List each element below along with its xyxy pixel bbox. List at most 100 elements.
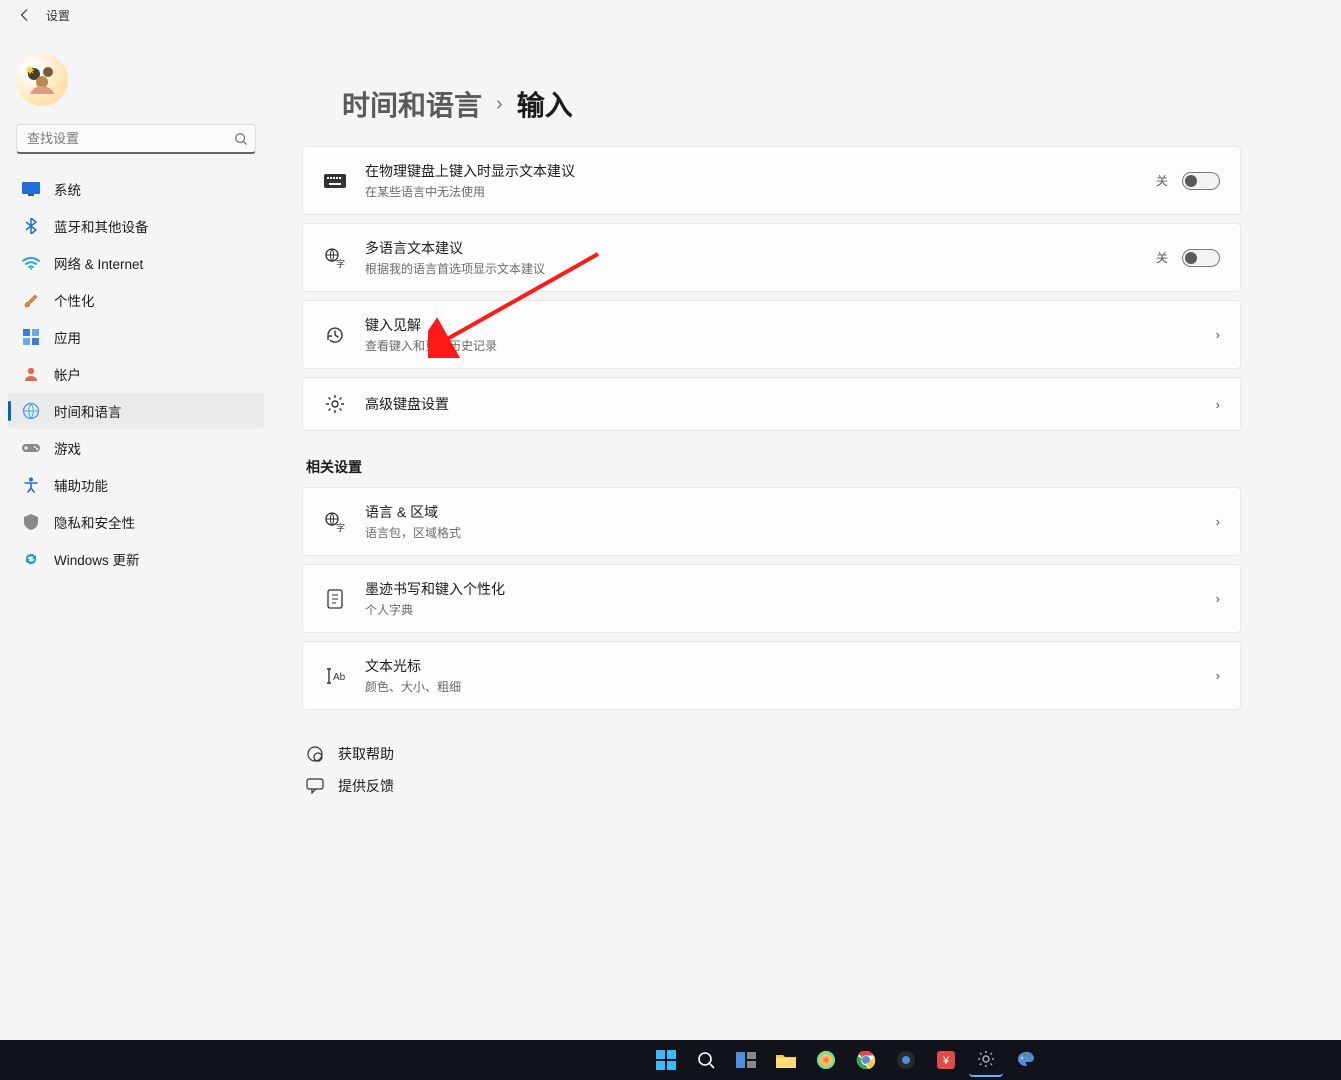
- taskbar-chrome[interactable]: [849, 1043, 883, 1077]
- link-feedback[interactable]: 提供反馈: [302, 770, 1241, 802]
- card-title: 在物理键盘上键入时显示文本建议: [365, 161, 1156, 181]
- svg-text:字: 字: [336, 258, 345, 269]
- chevron-right-icon: ›: [1216, 591, 1220, 606]
- card-title: 键入见解: [365, 315, 1216, 335]
- sidebar-item-accounts[interactable]: 帐户: [8, 356, 264, 392]
- card-ink-typing[interactable]: 墨迹书写和键入个性化 个人字典 ›: [302, 564, 1241, 633]
- history-icon: [323, 323, 347, 347]
- sidebar-item-personalization[interactable]: 个性化: [8, 282, 264, 318]
- chevron-right-icon: ›: [496, 93, 503, 116]
- sidebar-item-label: 网络 & Internet: [54, 253, 143, 273]
- help-icon: [306, 745, 324, 763]
- language-icon: 字: [323, 510, 347, 534]
- svg-text:¥: ¥: [941, 1055, 949, 1067]
- taskbar-paint[interactable]: [1009, 1043, 1043, 1077]
- sidebar-item-label: 时间和语言: [54, 401, 122, 421]
- card-language-region[interactable]: 字 语言 & 区域 语言包，区域格式 ›: [302, 487, 1241, 556]
- feedback-icon: [306, 777, 324, 795]
- sidebar-item-accessibility[interactable]: 辅助功能: [8, 467, 264, 503]
- chevron-right-icon: ›: [1216, 327, 1220, 342]
- card-subtitle: 个人字典: [365, 601, 1216, 618]
- bluetooth-icon: [22, 217, 40, 235]
- card-subtitle: 根据我的语言首选项显示文本建议: [365, 260, 1156, 277]
- user-icon: [22, 365, 40, 383]
- taskbar-app-3[interactable]: ¥: [929, 1043, 963, 1077]
- breadcrumb-parent[interactable]: 时间和语言: [342, 84, 482, 124]
- user-profile[interactable]: [8, 54, 264, 106]
- sidebar-item-apps[interactable]: 应用: [8, 319, 264, 355]
- start-button[interactable]: [649, 1043, 683, 1077]
- toggle-label: 关: [1156, 172, 1168, 189]
- globe-clock-icon: [22, 402, 40, 420]
- sidebar-item-label: 个性化: [54, 290, 95, 310]
- page-title: 输入: [517, 84, 573, 124]
- card-title: 多语言文本建议: [365, 238, 1156, 258]
- sidebar-item-gaming[interactable]: 游戏: [8, 430, 264, 466]
- gamepad-icon: [22, 439, 40, 457]
- card-subtitle: 在某些语言中无法使用: [365, 183, 1156, 200]
- sidebar-item-windows-update[interactable]: Windows 更新: [8, 541, 264, 577]
- sidebar-item-time-language[interactable]: 时间和语言: [8, 393, 264, 429]
- chevron-right-icon: ›: [1216, 514, 1220, 529]
- svg-text:字: 字: [336, 522, 345, 533]
- taskbar: ¥: [0, 1040, 1341, 1080]
- apps-icon: [22, 328, 40, 346]
- toggle-switch[interactable]: [1182, 249, 1220, 267]
- taskbar-settings[interactable]: [969, 1043, 1003, 1077]
- search-input[interactable]: [16, 124, 256, 154]
- card-title: 高级键盘设置: [365, 394, 1216, 414]
- taskbar-app-2[interactable]: [889, 1043, 923, 1077]
- taskbar-search[interactable]: [689, 1043, 723, 1077]
- sidebar-item-label: 隐私和安全性: [54, 512, 135, 532]
- main-content: 时间和语言 › 输入 在物理键盘上键入时显示文本建议 在某些语言中无法使用 关: [272, 30, 1341, 1040]
- taskbar-app-1[interactable]: [809, 1043, 843, 1077]
- sidebar-item-privacy[interactable]: 隐私和安全性: [8, 504, 264, 540]
- taskbar-taskview[interactable]: [729, 1043, 763, 1077]
- card-subtitle: 颜色、大小、粗细: [365, 678, 1216, 695]
- sidebar-item-label: 蓝牙和其他设备: [54, 216, 149, 236]
- update-icon: [22, 550, 40, 568]
- card-subtitle: 查看键入和更正历史记录: [365, 337, 1216, 354]
- text-cursor-icon: Ab: [323, 664, 347, 688]
- section-heading-related: 相关设置: [306, 457, 1241, 477]
- sidebar-item-label: Windows 更新: [54, 549, 140, 569]
- card-typing-insights[interactable]: 键入见解 查看键入和更正历史记录 ›: [302, 300, 1241, 369]
- chevron-right-icon: ›: [1216, 668, 1220, 683]
- sidebar: 系统 蓝牙和其他设备 网络 & Internet: [0, 30, 272, 1040]
- breadcrumb: 时间和语言 › 输入: [342, 84, 1241, 124]
- sidebar-item-system[interactable]: 系统: [8, 171, 264, 207]
- sidebar-item-label: 游戏: [54, 438, 81, 458]
- shield-icon: [22, 513, 40, 531]
- brush-icon: [22, 291, 40, 309]
- accessibility-icon: [22, 476, 40, 494]
- app-title: 设置: [46, 7, 70, 24]
- titlebar: 设置: [0, 0, 1341, 30]
- link-get-help[interactable]: 获取帮助: [302, 738, 1241, 770]
- avatar: [16, 54, 68, 106]
- back-button[interactable]: [14, 4, 36, 26]
- toggle-label: 关: [1156, 249, 1168, 266]
- link-label: 提供反馈: [338, 776, 394, 796]
- card-subtitle: 语言包，区域格式: [365, 524, 1216, 541]
- keyboard-icon: [323, 169, 347, 193]
- search-icon: [234, 132, 248, 146]
- chevron-right-icon: ›: [1216, 397, 1220, 412]
- sidebar-item-label: 应用: [54, 327, 81, 347]
- card-text-cursor[interactable]: Ab 文本光标 颜色、大小、粗细 ›: [302, 641, 1241, 710]
- wifi-icon: [22, 254, 40, 272]
- card-typing-suggestion[interactable]: 在物理键盘上键入时显示文本建议 在某些语言中无法使用 关: [302, 146, 1241, 215]
- avatar-icon: [22, 60, 62, 100]
- display-icon: [22, 180, 40, 198]
- card-multilang-suggestion[interactable]: 字 多语言文本建议 根据我的语言首选项显示文本建议 关: [302, 223, 1241, 292]
- card-title: 文本光标: [365, 656, 1216, 676]
- sidebar-item-bluetooth[interactable]: 蓝牙和其他设备: [8, 208, 264, 244]
- taskbar-explorer[interactable]: [769, 1043, 803, 1077]
- toggle-switch[interactable]: [1182, 172, 1220, 190]
- sidebar-item-label: 系统: [54, 179, 81, 199]
- svg-text:Ab: Ab: [333, 672, 345, 683]
- card-title: 墨迹书写和键入个性化: [365, 579, 1216, 599]
- sidebar-item-label: 辅助功能: [54, 475, 108, 495]
- gear-icon: [323, 392, 347, 416]
- card-advanced-keyboard[interactable]: 高级键盘设置 ›: [302, 377, 1241, 431]
- sidebar-item-network[interactable]: 网络 & Internet: [8, 245, 264, 281]
